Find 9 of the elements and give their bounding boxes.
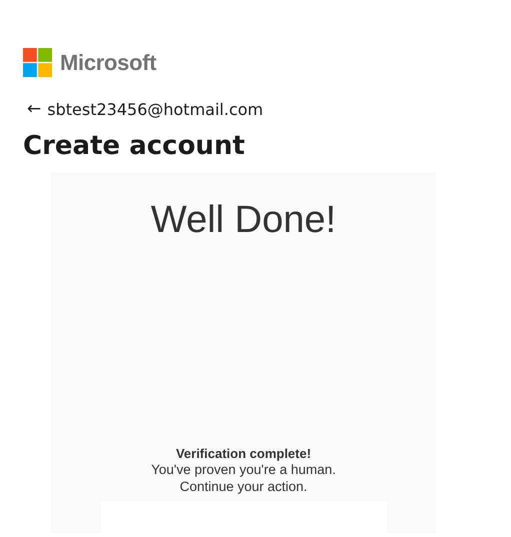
status-message: Continue your action. (180, 478, 308, 495)
email-address: sbtest23456@hotmail.com (47, 100, 264, 118)
status-heading: Verification complete! (176, 446, 312, 461)
back-button[interactable]: ← (27, 99, 42, 119)
brand-name: Microsoft (60, 50, 156, 76)
status-message: You've proven you're a human. (151, 461, 336, 478)
page-title: Create account (23, 131, 246, 161)
logo-icon (23, 48, 52, 77)
challenge-title: Well Done! (150, 199, 336, 242)
